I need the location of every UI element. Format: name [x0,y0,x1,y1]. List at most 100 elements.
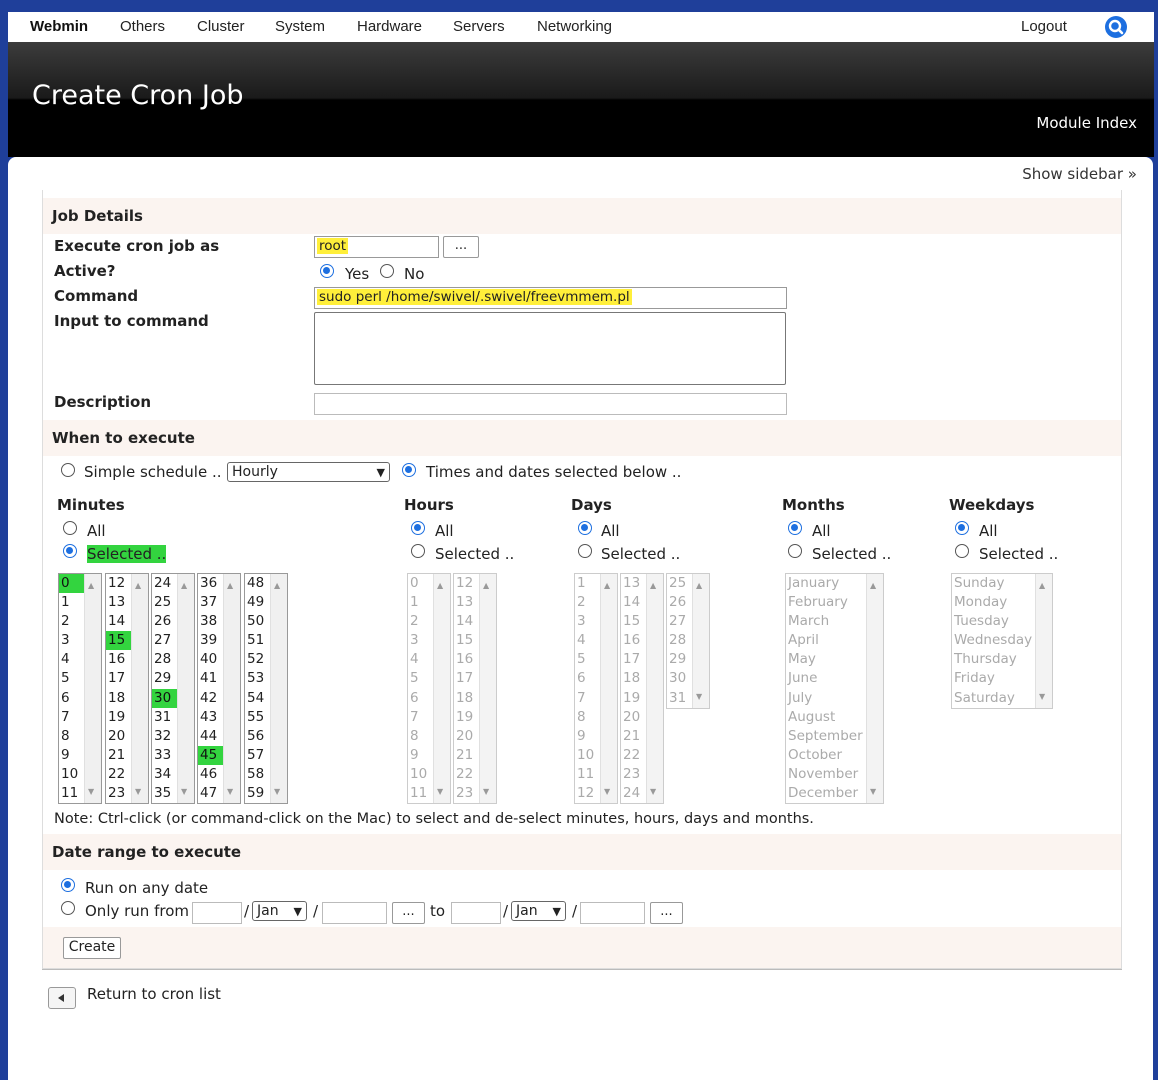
scrollbar[interactable] [433,574,450,803]
from-date-picker-button[interactable]: ... [392,902,425,924]
minutes-list[interactable]: 0 1 2 3 4 5 6 7 8 9 10 11 [58,573,102,804]
weekdays-list[interactable]: Sunday Monday Tuesday Wednesday Thursday Frid… [951,573,1053,709]
times-dates-radio[interactable] [402,463,416,477]
weekdays-all-radio[interactable] [955,521,969,535]
scrollbar[interactable] [646,574,663,803]
when-heading: When to execute [52,429,195,447]
run-any-date-label: Run on any date [85,879,209,897]
weekdays-selected-radio[interactable] [955,544,969,558]
simple-schedule-select[interactable]: Hourly ▼ [227,462,390,482]
active-no-radio[interactable] [380,264,394,278]
minutes-selected-label: Selected .. [87,545,167,563]
nav-networking[interactable]: Networking [537,18,612,35]
nav-cluster[interactable]: Cluster [197,18,245,35]
nav-hardware[interactable]: Hardware [357,18,422,35]
simple-schedule-radio[interactable] [61,463,75,477]
job-details-header: Job Details [43,198,1121,234]
scrollbar[interactable] [479,574,496,803]
weekdays-title: Weekdays [949,496,1035,514]
to-day-field[interactable] [451,902,501,924]
cron-form: Job Details Execute cron job as root ...… [42,190,1122,969]
months-list[interactable]: January February March April May June July Augu… [785,573,884,804]
scrollbar[interactable] [131,574,148,803]
content-area: Show sidebar » Job Details Execute cron … [8,157,1153,1080]
to-label: to [430,902,446,920]
scrollbar[interactable] [270,574,287,803]
command-field[interactable]: sudo perl /home/swivel/.swivel/freevmmem… [314,287,787,309]
weekdays-selected-label: Selected .. [979,545,1059,563]
minutes-list[interactable]: 12 13 14 15 16 17 18 19 20 21 22 23 [105,573,149,804]
from-day-field[interactable] [192,902,242,924]
months-selected-label: Selected .. [812,545,892,563]
to-slash-1: / [503,902,509,920]
from-year-field[interactable] [322,902,387,924]
active-yes-label: Yes [345,265,370,283]
hours-list[interactable]: 12 13 14 15 16 17 18 19 20 21 22 23 [453,573,497,804]
user-picker-button[interactable]: ... [443,236,479,258]
scrollbar[interactable] [177,574,194,803]
days-list[interactable]: 1 2 3 4 5 6 7 8 9 10 11 12 [574,573,618,804]
active-yes-radio[interactable] [320,264,334,278]
logout-link[interactable]: Logout [1021,18,1067,35]
nav-servers[interactable]: Servers [453,18,505,35]
to-slash-2: / [572,902,578,920]
days-list[interactable]: 13 14 15 16 17 18 19 20 21 22 23 24 [620,573,664,804]
execute-as-field[interactable]: root [314,236,439,258]
description-field[interactable] [314,393,787,415]
input-command-textarea[interactable] [314,312,786,385]
scrollbar[interactable] [866,574,883,803]
scrollbar[interactable] [692,574,709,708]
days-selected-radio[interactable] [578,544,592,558]
create-button[interactable]: Create [63,937,121,959]
days-title: Days [571,496,612,514]
hours-title: Hours [404,496,454,514]
nav-others[interactable]: Others [120,18,165,35]
to-year-field[interactable] [580,902,645,924]
job-details-heading: Job Details [52,207,143,225]
hours-list[interactable]: 0 1 2 3 4 5 6 7 8 9 10 11 [407,573,451,804]
module-index-link[interactable]: Module Index [1036,114,1137,132]
input-command-label: Input to command [54,312,209,330]
return-link-label: Return to cron list [87,985,221,1003]
command-value: sudo perl /home/swivel/.swivel/freevmmem… [317,289,632,305]
minutes-title: Minutes [57,496,125,514]
scrollbar[interactable] [84,574,101,803]
chevron-down-icon: ▼ [376,466,385,479]
minutes-all-radio[interactable] [63,521,77,535]
top-navbar: Webmin Others Cluster System Hardware Se… [8,12,1154,43]
minutes-list[interactable]: 48 49 50 51 52 53 54 55 56 57 58 59 [244,573,288,804]
nav-webmin[interactable]: Webmin [30,18,88,35]
hours-selected-radio[interactable] [411,544,425,558]
days-list[interactable]: 25 26 27 28 29 30 31 [666,573,710,709]
from-month-value: Jan [257,903,279,919]
only-run-from-radio[interactable] [61,901,75,915]
months-selected-radio[interactable] [788,544,802,558]
chevron-down-icon: ▼ [293,905,302,918]
minutes-list[interactable]: 36 37 38 39 40 41 42 43 44 45 46 47 [197,573,241,804]
active-label: Active? [54,262,116,280]
minutes-all-label: All [87,522,106,540]
execute-as-label: Execute cron job as [54,237,220,255]
when-header: When to execute [43,420,1121,456]
to-date-picker-button[interactable]: ... [650,902,683,924]
scrollbar[interactable] [600,574,617,803]
page-title: Create Cron Job [32,80,244,111]
run-any-date-radio[interactable] [61,878,75,892]
description-label: Description [54,393,152,411]
back-arrow-icon[interactable] [48,987,76,1009]
from-month-select[interactable]: Jan ▼ [252,901,307,921]
to-month-select[interactable]: Jan ▼ [511,901,566,921]
minutes-list[interactable]: 24 25 26 27 28 29 30 31 32 33 34 35 [151,573,195,804]
days-all-radio[interactable] [578,521,592,535]
scrollbar[interactable] [223,574,240,803]
nav-system[interactable]: System [275,18,325,35]
date-range-header: Date range to execute [43,834,1121,870]
hours-all-radio[interactable] [411,521,425,535]
minutes-selected-radio[interactable] [63,544,77,558]
times-dates-label: Times and dates selected below .. [426,463,682,481]
scrollbar[interactable] [1035,574,1052,708]
only-run-from-label: Only run from [85,902,189,920]
show-sidebar-link[interactable]: Show sidebar » [1022,165,1137,183]
search-button[interactable] [1105,16,1127,38]
months-all-radio[interactable] [788,521,802,535]
